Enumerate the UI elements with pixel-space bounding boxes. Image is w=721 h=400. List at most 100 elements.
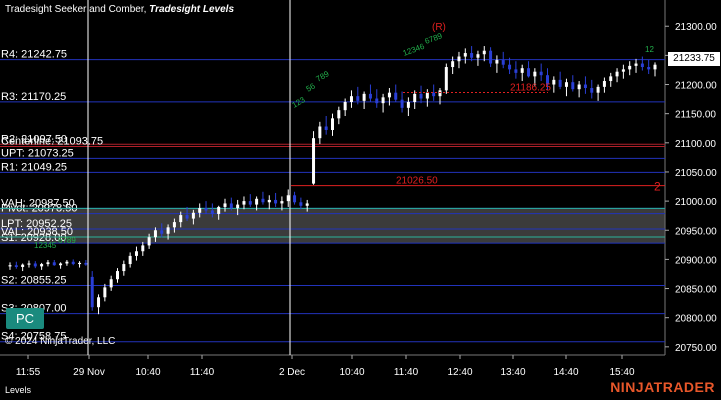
candle-body bbox=[59, 263, 63, 266]
candle-body bbox=[394, 92, 398, 100]
candle-body bbox=[324, 126, 328, 130]
candle-body bbox=[400, 99, 404, 108]
candle-body bbox=[33, 263, 37, 267]
candle-body bbox=[286, 195, 290, 202]
indicator-names: Tradesight Seeker and Comber, bbox=[5, 4, 147, 15]
candle-body bbox=[65, 261, 69, 264]
candle-body bbox=[103, 287, 107, 298]
candle-body bbox=[46, 262, 50, 265]
candle-body bbox=[27, 263, 31, 265]
level-label: R1: 21049.25 bbox=[1, 161, 67, 173]
candle-body bbox=[71, 261, 75, 265]
candle-body bbox=[470, 53, 474, 58]
candle-body bbox=[381, 97, 385, 104]
candle-body bbox=[413, 93, 417, 103]
seeker-count: 6789 bbox=[58, 236, 76, 245]
ninjatrader-logo: NINJATRADER bbox=[610, 379, 715, 395]
candle-body bbox=[508, 64, 512, 70]
candle-body bbox=[501, 60, 505, 65]
candle-body bbox=[172, 222, 176, 228]
gap-count-label: 2 bbox=[654, 180, 661, 194]
candle-body bbox=[185, 215, 189, 219]
candle-body bbox=[229, 203, 233, 209]
candle-body bbox=[647, 67, 651, 70]
candle-body bbox=[299, 202, 303, 206]
y-tick-label: 21150.00 bbox=[675, 110, 716, 121]
candle-body bbox=[482, 50, 486, 55]
candle-body bbox=[21, 264, 25, 267]
candle-body bbox=[368, 93, 372, 99]
candle-body bbox=[349, 96, 353, 103]
candle-body bbox=[362, 93, 366, 101]
candle-body bbox=[90, 276, 94, 308]
candle-body bbox=[533, 71, 537, 77]
seeker-count: 6789 bbox=[424, 31, 444, 46]
level-label: UPT: 21073.25 bbox=[1, 147, 74, 159]
candle-body bbox=[621, 69, 625, 72]
candle-body bbox=[274, 199, 278, 204]
candle-body bbox=[419, 93, 423, 99]
candle-body bbox=[78, 262, 82, 265]
tab-levels[interactable]: Levels bbox=[5, 385, 31, 395]
level-label: S2: 20855.25 bbox=[1, 274, 66, 286]
candle-body bbox=[602, 81, 606, 87]
candle-body bbox=[116, 271, 119, 280]
candle-body bbox=[204, 208, 208, 211]
candle-body bbox=[489, 50, 493, 64]
candle-body bbox=[343, 102, 347, 111]
candle-body bbox=[8, 265, 12, 267]
pc-button[interactable]: PC bbox=[6, 308, 44, 329]
y-tick-label: 20800.00 bbox=[675, 314, 717, 325]
candle-body bbox=[640, 63, 644, 68]
candle-body bbox=[248, 201, 252, 205]
candle-body bbox=[191, 212, 195, 219]
candle-body bbox=[476, 54, 480, 58]
candle-body bbox=[179, 215, 183, 223]
seeker-count: 12345 bbox=[34, 241, 57, 250]
candle-body bbox=[280, 201, 284, 204]
candle-body bbox=[14, 265, 18, 267]
level-label: R3: 21170.25 bbox=[1, 91, 66, 103]
candle-body bbox=[558, 79, 562, 87]
y-tick-label: 20900.00 bbox=[675, 255, 717, 266]
candle-body bbox=[223, 203, 227, 207]
candle-body bbox=[305, 203, 309, 206]
candle-body bbox=[432, 92, 436, 97]
candle-body bbox=[577, 84, 581, 90]
candle-body bbox=[425, 92, 429, 99]
candle-body bbox=[198, 208, 202, 213]
candle-body bbox=[242, 201, 246, 205]
x-tick-label: 13:40 bbox=[500, 367, 525, 378]
candle-body bbox=[653, 64, 657, 70]
candle-body bbox=[84, 262, 88, 265]
candle-body bbox=[444, 67, 448, 91]
x-tick-label: 29 Nov bbox=[73, 367, 105, 378]
candle-body bbox=[514, 69, 518, 73]
candle-body bbox=[261, 198, 265, 203]
candle-body bbox=[267, 199, 271, 203]
candle-body bbox=[166, 227, 170, 234]
levels-indicator-name: Tradesight Levels bbox=[149, 4, 235, 15]
y-tick-label: 21300.00 bbox=[675, 22, 717, 33]
y-tick-label: 21000.00 bbox=[675, 197, 717, 208]
candle-body bbox=[128, 255, 132, 265]
chart-title: Tradesight Seeker and Comber, Tradesight… bbox=[5, 4, 234, 15]
x-tick-label: 11:55 bbox=[16, 367, 41, 378]
candle-body bbox=[52, 262, 56, 266]
candle-body bbox=[217, 206, 221, 214]
x-tick-label: 15:40 bbox=[609, 367, 634, 378]
seeker-count: 12346 bbox=[402, 42, 427, 58]
level-label: R4: 21242.75 bbox=[1, 49, 67, 61]
gap-price-label: 21026.50 bbox=[396, 176, 438, 187]
last-price-marker: 21233.75 bbox=[668, 52, 720, 66]
candle-body bbox=[337, 110, 341, 119]
y-tick-label: 20950.00 bbox=[675, 226, 717, 237]
candle-body bbox=[122, 264, 126, 272]
x-tick-label: 12:40 bbox=[447, 367, 472, 378]
candle-body bbox=[628, 65, 632, 70]
candle-body bbox=[318, 126, 322, 139]
candle-body bbox=[375, 98, 379, 104]
candle-body bbox=[552, 79, 556, 85]
candle-body bbox=[520, 68, 524, 73]
candle-body bbox=[141, 245, 145, 252]
